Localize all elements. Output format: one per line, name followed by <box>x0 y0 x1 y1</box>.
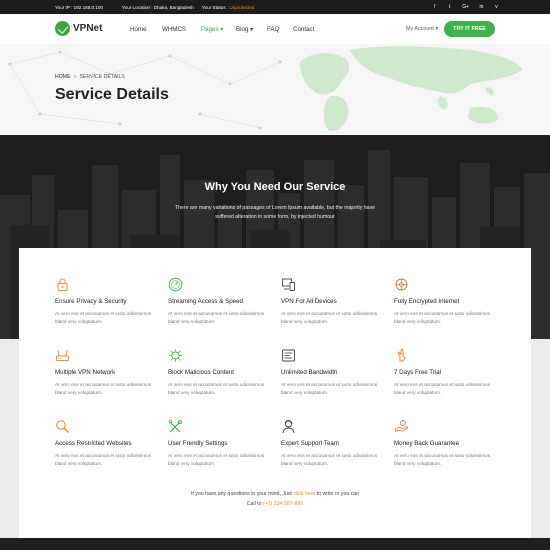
call-label: Call to <box>246 501 263 507</box>
ip-info: Your IP : 192.168.0.100 <box>55 5 104 10</box>
feature-description: At vero eos et accusamus et iusto odiois… <box>55 453 152 466</box>
feature-description: At vero eos et accusamus et iusto odiois… <box>394 453 491 466</box>
logo-text: VPNet <box>73 23 103 34</box>
devices-icon <box>282 278 295 291</box>
feature-title: Access Restricted Websites <box>55 440 132 447</box>
feature-title: User Frendly Settings <box>168 440 228 447</box>
page-header: HOME» SERVICE DETAILS Service Details <box>0 44 550 135</box>
encryption-icon <box>395 278 408 291</box>
nav-whmcs[interactable]: WHMCS <box>162 26 186 33</box>
section-description: There are many variations of passages of… <box>174 205 376 220</box>
nav-pages[interactable]: Pages ▾ <box>201 26 223 33</box>
tools-icon <box>168 419 182 433</box>
linkedin-icon[interactable]: in <box>479 4 484 10</box>
main-navbar: VPNet Home WHMCS Pages ▾ Blog ▾ FAQ Cont… <box>0 14 550 44</box>
feature-description: At vero eos et accusamus et iusto odiois… <box>394 311 491 324</box>
twitter-icon[interactable]: t <box>447 4 452 10</box>
contact-text-end: to write or you can <box>315 491 360 497</box>
feature-item: Multiple VPN Network At vero eos et accu… <box>55 348 165 395</box>
feature-item: Access Restricted Websites At vero eos e… <box>55 419 165 466</box>
virus-icon <box>169 349 182 362</box>
page-title: Service Details <box>55 86 169 103</box>
lock-icon <box>57 278 68 291</box>
click-here-link[interactable]: click here <box>293 491 315 497</box>
feature-item: Money Back Guarantee At vero eos et accu… <box>394 419 504 466</box>
breadcrumb: HOME» SERVICE DETAILS <box>55 74 125 80</box>
feature-title: Streaming Access & Speed <box>168 298 243 305</box>
feature-item: Expert Support Team At vero eos et accus… <box>281 419 391 466</box>
feature-description: At vero eos et accusamus et iusto odiois… <box>55 382 152 395</box>
hand-gift-icon <box>397 349 406 362</box>
try-it-free-button[interactable]: TRY IT FREE <box>444 21 495 37</box>
nav-contact[interactable]: Contact <box>293 26 314 33</box>
vimeo-icon[interactable]: v <box>494 4 499 10</box>
support-icon <box>282 420 295 434</box>
feature-item: Streaming Access & Speed At vero eos et … <box>168 277 278 324</box>
feature-title: Multiple VPN Network <box>55 369 116 376</box>
status-prefix: Your Status : <box>202 5 230 10</box>
speedometer-icon <box>168 277 183 292</box>
feature-title: Money Back Guarantee <box>394 440 460 447</box>
feature-item: Fully Encrypted Internet At vero eos et … <box>394 277 504 324</box>
feature-title: 7 Days Free Trial <box>394 369 442 376</box>
status-info: Your Status : Unprotected <box>202 5 254 10</box>
nav-blog-label: Blog <box>236 26 249 33</box>
nav-pages-label: Pages <box>201 26 219 33</box>
feature-title: VPN For All Devices <box>281 298 337 305</box>
feature-description: At vero eos et accusamus et iusto odiois… <box>281 311 378 324</box>
feature-item: VPN For All Devices At vero eos et accus… <box>281 277 391 324</box>
contact-call: Call to (+1) 234-567-890 <box>19 501 531 507</box>
facebook-icon[interactable]: f <box>432 4 437 10</box>
section-title: Why You Need Our Service <box>204 181 346 193</box>
feature-item: 7 Days Free Trial At vero eos et accusam… <box>394 348 504 395</box>
chevron-down-icon: ▾ <box>220 26 224 33</box>
nav-faq[interactable]: FAQ <box>267 26 279 33</box>
feature-description: At vero eos et accusamus et iusto odiois… <box>168 311 265 324</box>
feature-description: At vero eos et accusamus et iusto odiois… <box>281 453 378 466</box>
feature-title: Ensure Privacy & Security <box>55 298 127 305</box>
feature-description: At vero eos et accusamus et iusto odiois… <box>168 453 265 466</box>
contact-question: If you have any questions in your mind, … <box>19 491 531 497</box>
breadcrumb-home[interactable]: HOME <box>55 74 71 80</box>
feature-item: Block Malicious Content At vero eos et a… <box>168 348 278 395</box>
location-info: Your Location : Dhaka, Bangladesh <box>122 5 194 10</box>
router-icon <box>56 349 69 361</box>
features-card: Ensure Privacy & Security At vero eos et… <box>19 248 531 538</box>
nav-home[interactable]: Home <box>130 26 147 33</box>
logo-check-icon <box>55 21 70 36</box>
status-value: Unprotected <box>229 5 255 10</box>
breadcrumb-separator: » <box>73 74 77 80</box>
feature-description: At vero eos et accusamus et iusto odiois… <box>55 311 152 324</box>
feature-title: Fully Encrypted Internet <box>394 298 460 305</box>
my-account-menu[interactable]: My Account ▾ <box>406 26 438 32</box>
money-back-icon <box>395 420 409 433</box>
feature-title: Block Malicious Content <box>168 369 235 376</box>
feature-item: User Frendly Settings At vero eos et acc… <box>168 419 278 466</box>
footer-strip <box>0 538 550 550</box>
social-links: f t G+ in v <box>432 4 499 10</box>
feature-title: Unlimited Bandwidth <box>281 369 338 376</box>
feature-description: At vero eos et accusamus et iusto odiois… <box>394 382 491 395</box>
bandwidth-icon <box>282 349 295 362</box>
contact-text: If you have any questions in your mind, … <box>190 491 294 497</box>
feature-item: Unlimited Bandwidth At vero eos et accus… <box>281 348 391 395</box>
logo[interactable]: VPNet <box>55 21 102 36</box>
google-plus-icon[interactable]: G+ <box>462 4 469 10</box>
search-icon <box>56 420 69 433</box>
top-info-bar: Your IP : 192.168.0.100 Your Location : … <box>0 0 550 14</box>
chevron-down-icon: ▾ <box>250 26 254 33</box>
phone-link[interactable]: (+1) 234-567-890 <box>263 501 303 507</box>
feature-description: At vero eos et accusamus et iusto odiois… <box>281 382 378 395</box>
breadcrumb-current: SERVICE DETAILS <box>79 74 125 80</box>
nav-blog[interactable]: Blog ▾ <box>236 26 253 33</box>
feature-description: At vero eos et accusamus et iusto odiois… <box>168 382 265 395</box>
feature-item: Ensure Privacy & Security At vero eos et… <box>55 277 165 324</box>
feature-title: Expert Support Team <box>281 440 340 447</box>
